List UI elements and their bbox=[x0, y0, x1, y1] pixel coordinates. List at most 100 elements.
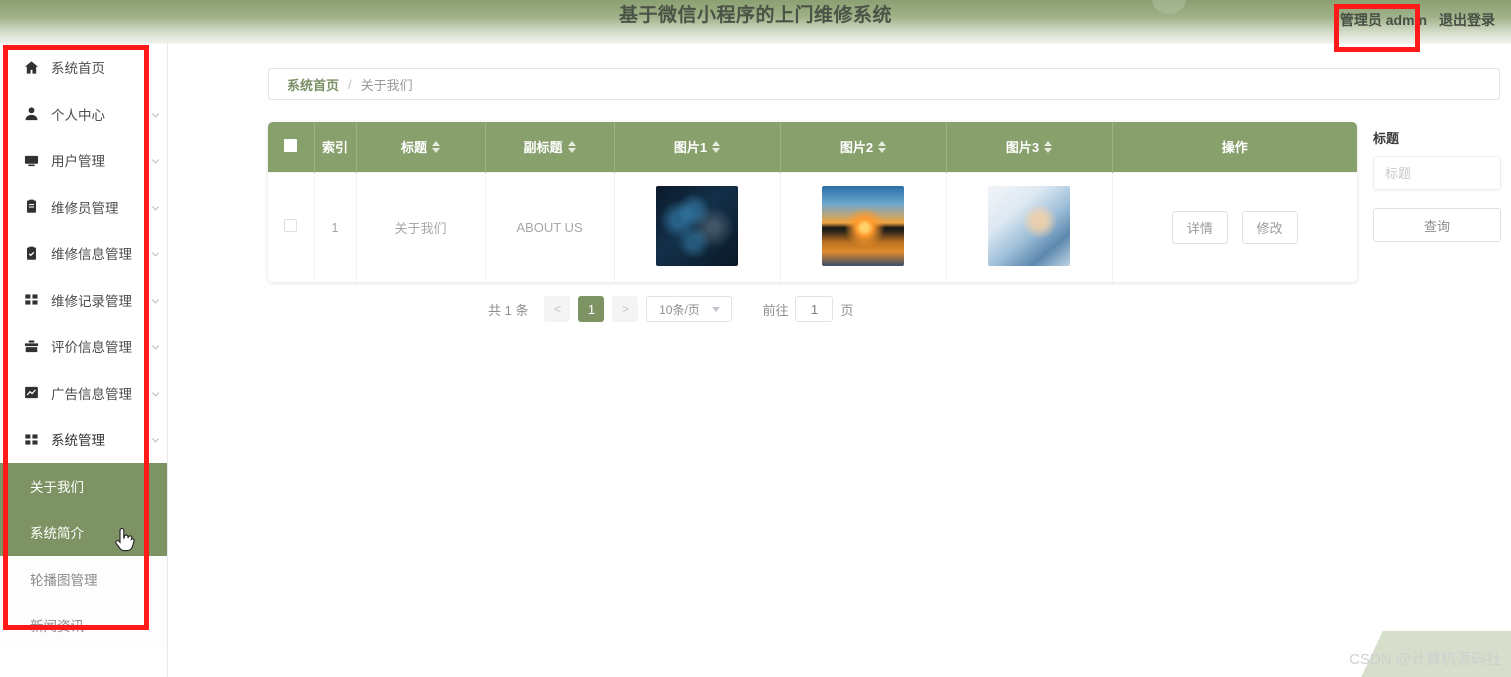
main-content: 系统首页 / 关于我们 索引 标题 副标题 图片1 图片2 图片3 操作 1 关… bbox=[168, 44, 1511, 677]
monitor-icon bbox=[24, 153, 39, 168]
chevron-right-icon bbox=[151, 389, 160, 397]
jump-suffix-label: 页 bbox=[840, 302, 854, 318]
column-header-subtitle[interactable]: 副标题 bbox=[485, 122, 615, 172]
grid-icon bbox=[24, 292, 39, 307]
sort-icon[interactable] bbox=[712, 140, 721, 153]
sidebar: 系统首页 个人中心 用户管理 维修员管理 维修信息管理 维修记录管理 评价信息管… bbox=[0, 44, 168, 677]
sidebar-item-label: 广告信息管理 bbox=[51, 386, 132, 402]
edit-button[interactable]: 修改 bbox=[1241, 210, 1298, 244]
cell-image3 bbox=[946, 171, 1113, 282]
search-field-label: 标题 bbox=[1373, 131, 1400, 146]
jump-page-input[interactable] bbox=[795, 296, 834, 322]
sidebar-item-label: 用户管理 bbox=[51, 154, 105, 170]
chevron-right-icon bbox=[151, 342, 160, 350]
app-root: 基于微信小程序的上门维修系统 管理员 admin 退出登录 系统首页 个人中心 … bbox=[0, 0, 1511, 677]
column-header-actions: 操作 bbox=[1112, 122, 1357, 172]
sidebar-subitem-about-us[interactable]: 关于我们 bbox=[0, 462, 167, 509]
chevron-right-icon bbox=[151, 203, 160, 211]
business-tablet-photo[interactable] bbox=[988, 185, 1070, 266]
table-header-row: 索引 标题 副标题 图片1 图片2 图片3 操作 bbox=[268, 122, 1357, 172]
sunset-tree-photo[interactable] bbox=[822, 185, 904, 266]
watermark-text: CSDN @计算机源码社 bbox=[1349, 651, 1501, 668]
chart-icon bbox=[24, 385, 39, 400]
header-user-area: 管理员 admin 退出登录 bbox=[1340, 10, 1495, 30]
sidebar-item-label: 系统管理 bbox=[51, 433, 105, 449]
pagination: 共 1 条 < 1 > 10条/页 前往 页 bbox=[488, 296, 854, 322]
page-size-select[interactable]: 10条/页 bbox=[646, 296, 733, 322]
pagination-prev-button[interactable]: < bbox=[544, 296, 571, 322]
select-all-checkbox[interactable] bbox=[284, 138, 298, 152]
sort-icon[interactable] bbox=[1044, 140, 1053, 153]
sort-icon[interactable] bbox=[878, 140, 887, 153]
sidebar-subitem-label: 新闻资讯 bbox=[30, 619, 84, 635]
column-label: 操作 bbox=[1221, 140, 1248, 156]
logout-button[interactable]: 退出登录 bbox=[1439, 10, 1495, 30]
sort-icon[interactable] bbox=[567, 140, 576, 153]
jump-prefix-label: 前往 bbox=[762, 302, 789, 318]
page-size-label: 10条/页 bbox=[659, 302, 700, 317]
sort-icon[interactable] bbox=[432, 140, 440, 153]
data-table: 索引 标题 副标题 图片1 图片2 图片3 操作 1 关于我们 ABOUT US… bbox=[268, 122, 1357, 282]
sidebar-item-personal-center[interactable]: 个人中心 bbox=[0, 90, 167, 137]
clipboard-check-icon bbox=[24, 246, 39, 261]
cell-index: 1 bbox=[314, 171, 357, 282]
sidebar-submenu-system: 关于我们 系统简介 轮播图管理 新闻资讯 bbox=[0, 462, 167, 649]
column-header-index: 索引 bbox=[314, 122, 357, 172]
column-label: 图片2 bbox=[839, 140, 874, 156]
cell-actions: 详情 修改 bbox=[1112, 171, 1357, 282]
select-all-header[interactable] bbox=[268, 122, 315, 172]
chevron-right-icon bbox=[151, 110, 160, 118]
search-button[interactable]: 查询 bbox=[1373, 208, 1501, 242]
data-table-card: 索引 标题 副标题 图片1 图片2 图片3 操作 1 关于我们 ABOUT US… bbox=[268, 122, 1357, 282]
pagination-page-1[interactable]: 1 bbox=[578, 296, 605, 322]
sidebar-item-label: 维修员管理 bbox=[51, 200, 119, 216]
sidebar-item-ad-info-management[interactable]: 广告信息管理 bbox=[0, 369, 167, 416]
detail-button[interactable]: 详情 bbox=[1171, 210, 1228, 244]
column-label: 图片3 bbox=[1005, 140, 1040, 156]
breadcrumb-separator: / bbox=[348, 76, 352, 92]
tech-network-photo[interactable] bbox=[656, 185, 738, 266]
column-label: 标题 bbox=[400, 140, 427, 156]
column-label: 索引 bbox=[321, 140, 348, 156]
sidebar-item-technician-management[interactable]: 维修员管理 bbox=[0, 183, 167, 230]
table-row: 1 关于我们 ABOUT US 详情 修改 bbox=[268, 171, 1357, 282]
cell-image1 bbox=[614, 171, 781, 282]
sidebar-subitem-carousel-management[interactable]: 轮播图管理 bbox=[0, 555, 167, 602]
sidebar-item-repair-info-management[interactable]: 维修信息管理 bbox=[0, 230, 167, 277]
sidebar-item-user-management[interactable]: 用户管理 bbox=[0, 137, 167, 184]
sidebar-subitem-label: 轮播图管理 bbox=[30, 572, 98, 588]
breadcrumb-home[interactable]: 系统首页 bbox=[287, 75, 339, 94]
search-panel: 标题 查询 bbox=[1373, 128, 1503, 242]
briefcase-icon bbox=[24, 339, 39, 354]
column-header-image2[interactable]: 图片2 bbox=[780, 122, 947, 172]
row-checkbox[interactable] bbox=[284, 219, 298, 233]
user-icon bbox=[24, 106, 39, 121]
grid-icon bbox=[24, 432, 39, 447]
sidebar-item-system-management[interactable]: 系统管理 bbox=[0, 416, 167, 463]
pagination-next-button[interactable]: > bbox=[612, 296, 639, 322]
sidebar-subitem-label: 关于我们 bbox=[30, 479, 84, 495]
sidebar-item-repair-record-management[interactable]: 维修记录管理 bbox=[0, 276, 167, 323]
chevron-down-icon bbox=[151, 435, 160, 443]
row-select-cell[interactable] bbox=[268, 171, 315, 282]
sidebar-subitem-news[interactable]: 新闻资讯 bbox=[0, 602, 167, 649]
page-title: 基于微信小程序的上门维修系统 bbox=[618, 5, 892, 26]
column-label: 图片1 bbox=[673, 140, 708, 156]
column-header-image1[interactable]: 图片1 bbox=[614, 122, 781, 172]
breadcrumb: 系统首页 / 关于我们 bbox=[268, 68, 1500, 100]
sidebar-subitem-system-intro[interactable]: 系统简介 bbox=[0, 509, 167, 556]
sidebar-item-review-info-management[interactable]: 评价信息管理 bbox=[0, 323, 167, 370]
app-header: 基于微信小程序的上门维修系统 管理员 admin 退出登录 bbox=[0, 0, 1511, 44]
column-header-image3[interactable]: 图片3 bbox=[946, 122, 1113, 172]
sidebar-subitem-label: 系统简介 bbox=[30, 526, 84, 542]
sidebar-item-home[interactable]: 系统首页 bbox=[0, 44, 167, 91]
search-title-input[interactable] bbox=[1373, 156, 1501, 190]
current-user-label: 管理员 admin bbox=[1339, 12, 1427, 28]
cell-subtitle: ABOUT US bbox=[485, 171, 615, 282]
sidebar-item-label: 维修记录管理 bbox=[51, 293, 132, 309]
chevron-down-icon bbox=[711, 306, 720, 312]
column-header-title[interactable]: 标题 bbox=[356, 122, 486, 172]
column-label: 副标题 bbox=[523, 140, 563, 156]
sidebar-item-label: 评价信息管理 bbox=[51, 340, 132, 356]
cell-title: 关于我们 bbox=[356, 171, 486, 282]
